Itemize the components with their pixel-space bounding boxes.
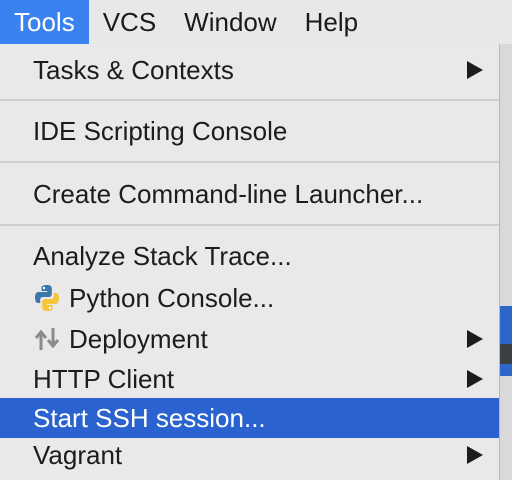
menu-item-tasks-contexts[interactable]: Tasks & Contexts: [0, 50, 499, 90]
background-window-edge: [500, 44, 512, 480]
submenu-arrow-icon: [467, 330, 483, 348]
menu-item-http-client[interactable]: HTTP Client: [0, 359, 499, 399]
submenu-arrow-icon: [467, 446, 483, 464]
menu-item-vagrant[interactable]: Vagrant: [0, 435, 499, 475]
menu-item-label: IDE Scripting Console: [33, 115, 288, 146]
tools-dropdown-menu: Tasks & Contexts IDE Scripting Console C…: [0, 44, 500, 480]
menu-item-start-ssh-session[interactable]: Start SSH session...: [0, 398, 499, 438]
submenu-arrow-icon: [467, 370, 483, 388]
menu-item-label: Deployment: [69, 323, 208, 354]
background-highlight: [500, 306, 512, 376]
menu-item-label: Vagrant: [33, 439, 123, 470]
menu-item-analyze-stack-trace[interactable]: Analyze Stack Trace...: [0, 236, 499, 276]
menu-item-label: Python Console...: [69, 282, 275, 313]
menu-item-label: HTTP Client: [33, 363, 175, 394]
menu-bar: Tools VCS Window Help: [0, 0, 512, 44]
menu-separator: [0, 224, 499, 226]
menu-separator: [0, 99, 499, 101]
submenu-arrow-icon: [467, 61, 483, 79]
menu-item-ide-scripting-console[interactable]: IDE Scripting Console: [0, 111, 499, 151]
menu-separator: [0, 161, 499, 163]
menubar-vcs[interactable]: VCS: [89, 0, 170, 44]
menu-item-label: Tasks & Contexts: [33, 54, 234, 85]
menu-item-label: Analyze Stack Trace...: [33, 240, 292, 271]
menu-item-label: Create Command-line Launcher...: [33, 178, 424, 209]
menu-item-python-console[interactable]: Python Console...: [0, 278, 499, 318]
app-window: Tools VCS Window Help Tasks & Contexts I…: [0, 0, 512, 480]
background-dark-strip: [500, 344, 512, 364]
deployment-arrows-icon: [31, 323, 63, 355]
menubar-tools[interactable]: Tools: [0, 0, 89, 44]
python-icon: [31, 282, 63, 314]
menu-item-deployment[interactable]: Deployment: [0, 319, 499, 359]
menu-item-label: Start SSH session...: [33, 402, 266, 433]
menubar-window[interactable]: Window: [170, 0, 290, 44]
menu-item-create-command-line-launcher[interactable]: Create Command-line Launcher...: [0, 174, 499, 214]
menubar-help[interactable]: Help: [291, 0, 372, 44]
